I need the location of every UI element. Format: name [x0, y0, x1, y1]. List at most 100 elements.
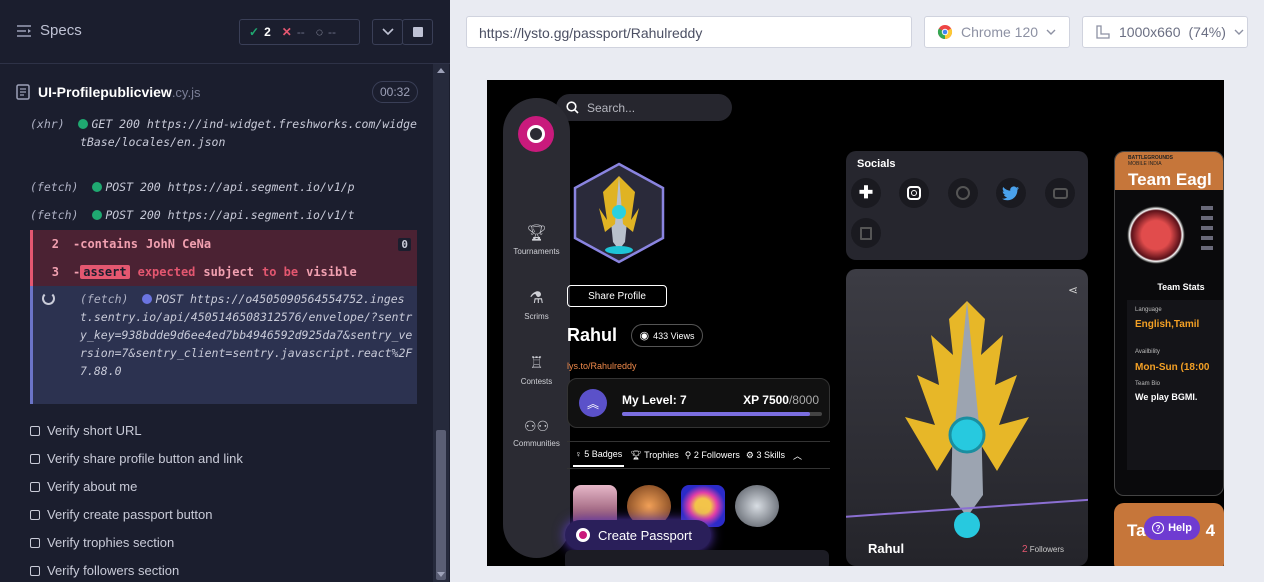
- help-button[interactable]: ? Help: [1144, 516, 1200, 540]
- chevron-down-icon: [381, 28, 394, 36]
- views-badge: ◉ 433 Views: [631, 324, 703, 347]
- language-value: English,Tamil: [1135, 319, 1200, 330]
- twitch-icon[interactable]: [851, 218, 881, 248]
- log-method: POST 200: [105, 208, 161, 222]
- instagram-icon[interactable]: [899, 178, 929, 208]
- search-icon: [566, 101, 579, 114]
- failed-count: --: [296, 25, 305, 39]
- spec-name: UI-Profilepublicview.cy.js: [38, 84, 200, 100]
- spec-header[interactable]: UI-Profilepublicview.cy.js 00:32: [16, 78, 418, 106]
- xp-readout: XP 7500/8000: [743, 393, 819, 407]
- nav-tournaments[interactable]: 🏆︎ Tournaments: [503, 223, 570, 256]
- test-item[interactable]: Verify share profile button and link: [30, 451, 243, 466]
- log-scrollbar[interactable]: [433, 64, 449, 582]
- availability-value: Mon-Sun (18:00: [1135, 362, 1210, 373]
- xp-label: XP: [743, 393, 759, 407]
- short-url-link[interactable]: lys.to/Rahulreddy: [567, 361, 637, 371]
- log-type: (fetch): [30, 208, 79, 222]
- status-dot-icon: [142, 294, 153, 304]
- bio-label: Team Bio: [1135, 381, 1161, 387]
- error-row-assert[interactable]: 3 - assert expected subject to be visibl…: [30, 258, 417, 286]
- log-url: https://o4505090564554752.ingest.sentry.…: [80, 292, 413, 378]
- viewport-selector[interactable]: 1000x660 (74%): [1082, 16, 1248, 48]
- followers-info: 2 Followers: [1022, 544, 1064, 555]
- create-passport-button[interactable]: Create Passport: [565, 520, 711, 550]
- url-bar[interactable]: https://lysto.gg/passport/Rahulreddy: [466, 16, 912, 48]
- search-box[interactable]: Search...: [556, 94, 732, 121]
- test-title: Verify share profile button and link: [47, 451, 243, 466]
- count-badge: 0: [398, 237, 411, 251]
- help-label: Help: [1168, 522, 1192, 534]
- specs-toggle[interactable]: Specs: [16, 22, 82, 39]
- nav-label: Communities: [513, 439, 560, 448]
- team-title: Team Eagl: [1128, 170, 1212, 189]
- chevron-dropdown-button[interactable]: [372, 19, 403, 45]
- specs-label: Specs: [40, 22, 82, 39]
- assert-text-4: visible: [306, 265, 357, 279]
- tab-skills[interactable]: ⚙︎ 3 Skills: [746, 450, 785, 461]
- error-row-contains[interactable]: 2 -contains JohN CeNa 0: [30, 230, 417, 258]
- chevron-down-icon: [1046, 29, 1056, 35]
- checkbox-icon: [30, 509, 40, 520]
- log-type: (fetch): [80, 292, 129, 306]
- spec-timer: 00:32: [371, 81, 418, 103]
- xp-progress-track: [622, 412, 822, 416]
- twitter-icon[interactable]: [996, 178, 1026, 208]
- trophy-icon: 🏆︎: [526, 225, 547, 242]
- chevron-up-icon[interactable]: ︿: [793, 449, 802, 462]
- pending-log-text: (fetch) POST https://o4505090564554752.i…: [80, 290, 415, 380]
- plus-social-icon[interactable]: ✚: [851, 178, 881, 208]
- test-item[interactable]: Verify create passport button: [30, 507, 212, 522]
- scroll-thumb[interactable]: [436, 430, 446, 580]
- test-item[interactable]: Verify about me: [30, 479, 137, 494]
- lysto-logo-icon[interactable]: [518, 116, 554, 152]
- stop-button[interactable]: [402, 19, 433, 45]
- share-icon[interactable]: ⋖: [1068, 283, 1078, 297]
- badge-item[interactable]: [735, 485, 779, 527]
- steam-icon[interactable]: [948, 178, 978, 208]
- availability-label: Availbility: [1135, 349, 1160, 355]
- flask-icon: ⚗︎: [529, 290, 544, 307]
- log-row-fetch[interactable]: (fetch) POST 200 https://api.segment.io/…: [30, 206, 417, 224]
- command-number: 2: [51, 237, 59, 251]
- browser-name: Chrome 120: [961, 24, 1039, 40]
- search-placeholder: Search...: [587, 100, 636, 115]
- nav-scrims[interactable]: ⚗︎ Scrims: [503, 288, 570, 321]
- nav-contests[interactable]: ♖ Contests: [503, 353, 570, 386]
- team-banner: BATTLEGROUNDS MOBILE INDIA Team Eagl: [1115, 152, 1223, 190]
- log-method: GET 200: [91, 117, 140, 131]
- status-dot-icon: [78, 119, 89, 129]
- browser-selector[interactable]: Chrome 120: [924, 16, 1070, 48]
- xp-current: 7500: [762, 393, 789, 407]
- log-method: POST: [155, 292, 184, 306]
- test-item[interactable]: Verify short URL: [30, 423, 142, 438]
- log-row-xhr[interactable]: (xhr) GET 200 https://ind-widget.freshwo…: [30, 115, 417, 151]
- tab-followers[interactable]: ⚲ 2 Followers: [685, 450, 740, 461]
- status-dot-icon: [92, 182, 103, 192]
- help-circle-icon: ?: [1152, 522, 1165, 534]
- command-dash: -: [73, 265, 81, 279]
- tab-badges[interactable]: ♀︎ 5 Badges: [573, 443, 625, 467]
- socials-title: Socials: [857, 158, 896, 170]
- spinner-icon: [42, 292, 55, 305]
- test-item[interactable]: Verify followers section: [30, 563, 179, 578]
- youtube-icon[interactable]: [1045, 178, 1075, 208]
- share-profile-button[interactable]: Share Profile: [567, 285, 667, 307]
- log-method: POST 200: [105, 180, 161, 194]
- command-number: 3: [51, 265, 59, 279]
- log-type: (xhr): [30, 117, 65, 131]
- nav-communities[interactable]: ⚇⚇ Communities: [503, 418, 570, 448]
- followers-count: 2: [1022, 544, 1028, 555]
- runner-topbar: Specs ✓ 2 ✕ -- ◌ --: [0, 0, 450, 64]
- tab-label: Trophies: [644, 449, 679, 460]
- test-item[interactable]: Verify trophies section: [30, 535, 174, 550]
- profile-tabs: ♀︎ 5 Badges 🏆︎ Trophies ⚲ 2 Followers ⚙︎…: [567, 441, 830, 469]
- log-row-fetch[interactable]: (fetch) POST 200 https://api.segment.io/…: [30, 178, 417, 196]
- tab-label: 5 Badges: [584, 449, 623, 459]
- bio-value: We play BGMI.: [1135, 392, 1198, 402]
- test-title: Verify followers section: [47, 563, 180, 578]
- tab-trophies[interactable]: 🏆︎ Trophies: [630, 450, 678, 461]
- checkbox-icon: [30, 453, 40, 464]
- pending-log-row[interactable]: (fetch) POST https://o4505090564554752.i…: [30, 286, 417, 404]
- viewport-size: 1000x660: [1119, 24, 1181, 40]
